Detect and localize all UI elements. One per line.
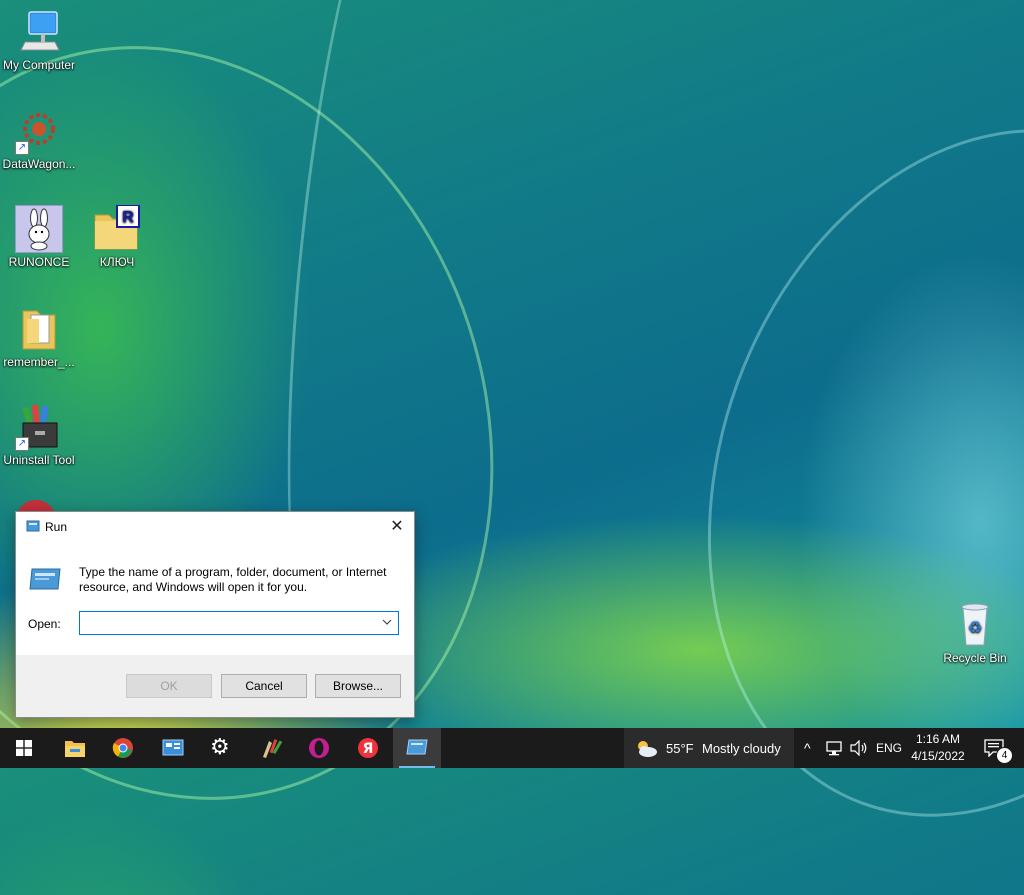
partly-cloudy-icon xyxy=(638,741,657,757)
desktop-icon-label: Recycle Bin xyxy=(943,651,1007,665)
desktop-icon-datawagon[interactable]: ↗ DataWagon... xyxy=(0,107,78,171)
clock-date: 4/15/2022 xyxy=(911,749,965,763)
desktop-icon-uninstall-tool[interactable]: ↗ Uninstall Tool xyxy=(0,403,78,467)
run-app-icon xyxy=(26,520,40,535)
desktop-icon-label: DataWagon... xyxy=(2,157,76,171)
open-combobox[interactable] xyxy=(79,611,399,635)
run-description: Type the name of a program, folder, docu… xyxy=(79,565,387,594)
svg-text:R: R xyxy=(122,209,134,226)
start-button[interactable] xyxy=(0,728,48,768)
folder-r-icon: R xyxy=(93,204,141,253)
recycle-bin-icon: ♻ xyxy=(951,601,999,649)
computer-icon xyxy=(15,8,63,56)
open-label: Open: xyxy=(28,617,61,631)
weather-condition: Mostly cloudy xyxy=(702,741,781,756)
wallpaper-streak xyxy=(615,51,1024,895)
desktop-icon-label: My Computer xyxy=(2,58,76,72)
taskbar: ⚙ Я 55°F Mostly cloudy ^ ENG 1:16 AM 4/1… xyxy=(0,728,1024,768)
run-dialog-titlebar[interactable]: Run ✕ xyxy=(16,512,414,542)
cancel-button[interactable]: Cancel xyxy=(221,674,307,698)
language-indicator[interactable]: ENG xyxy=(876,741,902,755)
open-input[interactable] xyxy=(80,612,378,632)
run-large-icon xyxy=(28,567,62,594)
desktop-icon-kluch[interactable]: R КЛЮЧ xyxy=(78,204,156,269)
control-panel-icon xyxy=(162,739,184,756)
rabbit-icon xyxy=(15,205,63,253)
opera-button[interactable] xyxy=(295,728,343,768)
settings-button[interactable]: ⚙ xyxy=(197,728,245,768)
browse-button[interactable]: Browse... xyxy=(315,674,401,698)
desktop-icon-label: Uninstall Tool xyxy=(3,453,75,467)
desktop-icon-runonce[interactable]: RUNONCE xyxy=(0,205,78,269)
chrome-icon xyxy=(112,738,133,758)
gear-icon: ⚙ xyxy=(210,734,230,759)
desktop-icon-my-computer[interactable]: My Computer xyxy=(0,8,78,72)
weather-widget[interactable]: 55°F Mostly cloudy xyxy=(624,728,794,768)
notification-count-badge: 4 xyxy=(996,747,1013,764)
run-taskbar-button[interactable] xyxy=(393,728,441,768)
paint-button[interactable] xyxy=(246,728,294,768)
yandex-icon: Я xyxy=(358,738,378,758)
svg-text:♻: ♻ xyxy=(968,618,982,637)
shortcut-arrow-icon: ↗ xyxy=(15,437,29,451)
close-icon[interactable]: ✕ xyxy=(386,516,408,538)
desktop-icon-recycle-bin[interactable]: ♻ Recycle Bin xyxy=(936,601,1014,665)
weather-temp: 55°F xyxy=(666,741,694,756)
run-dialog-title: Run xyxy=(45,520,68,534)
run-dialog: Run ✕ Type the name of a program, folder… xyxy=(15,511,415,718)
desktop-icon-label: КЛЮЧ xyxy=(99,255,135,269)
folder-doc-icon xyxy=(15,305,63,353)
chrome-button[interactable] xyxy=(99,728,147,768)
volume-icon[interactable] xyxy=(850,740,868,756)
ok-button[interactable]: OK xyxy=(126,674,212,698)
paint-icon xyxy=(263,739,282,758)
clock-time: 1:16 AM xyxy=(915,732,961,746)
yandex-browser-button[interactable]: Я xyxy=(344,728,392,768)
windows-logo-icon xyxy=(16,740,32,756)
svg-text:Я: Я xyxy=(363,741,374,757)
shortcut-arrow-icon: ↗ xyxy=(15,141,29,155)
control-panel-button[interactable] xyxy=(148,728,196,768)
tray-chevron-up-icon[interactable]: ^ xyxy=(804,740,811,756)
chevron-down-icon[interactable] xyxy=(378,612,396,634)
uninstall-tool-icon: ↗ xyxy=(15,403,63,451)
network-icon[interactable] xyxy=(826,740,844,756)
notifications-button[interactable]: 4 xyxy=(980,728,1024,768)
run-dialog-footer: OK Cancel Browse... xyxy=(16,655,414,717)
datawagon-icon: ↗ xyxy=(15,107,63,155)
opera-icon xyxy=(309,738,329,758)
desktop-icon-label: RUNONCE xyxy=(8,255,70,269)
desktop-icon-remember[interactable]: remember_... xyxy=(0,305,78,369)
desktop-icon-label: remember_... xyxy=(3,355,75,369)
clock[interactable]: 1:16 AM 4/15/2022 xyxy=(906,730,970,766)
file-explorer-button[interactable] xyxy=(50,728,98,768)
file-explorer-icon xyxy=(65,741,85,757)
run-icon xyxy=(406,739,428,755)
